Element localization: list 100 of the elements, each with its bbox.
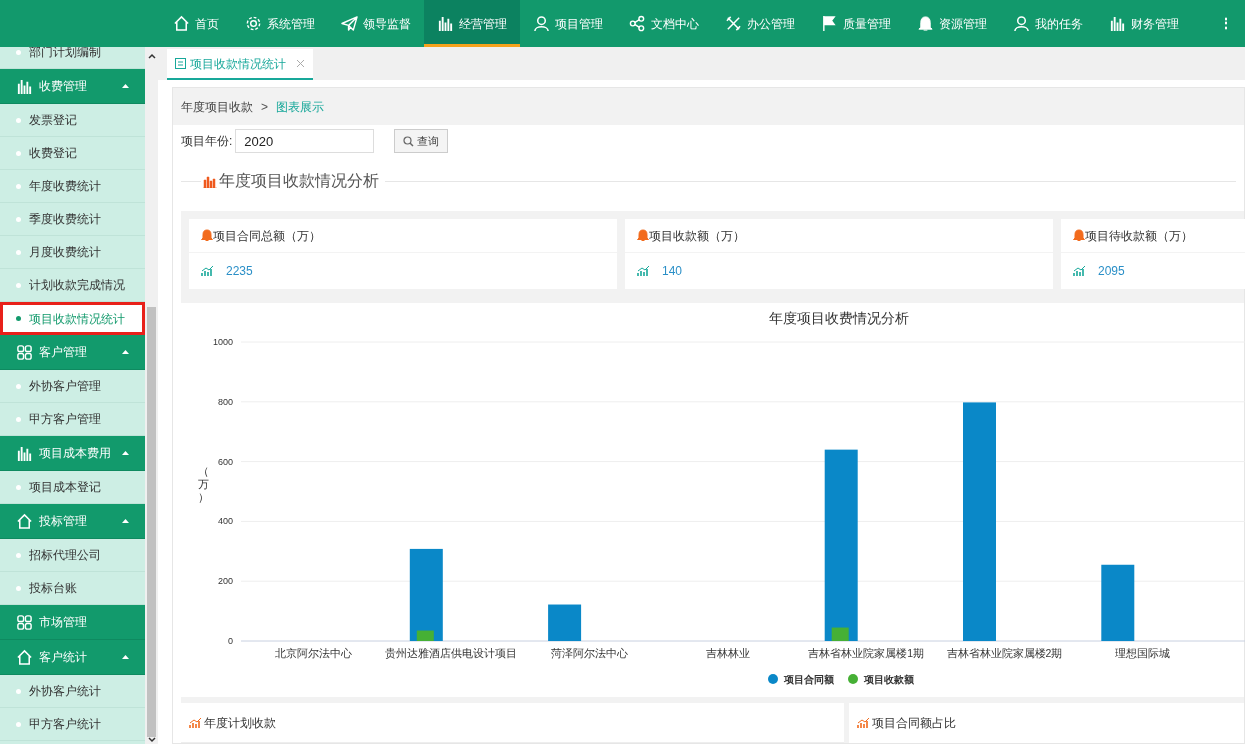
document-icon bbox=[175, 58, 186, 69]
axis-tick-label: 理想国际城 bbox=[1115, 647, 1171, 659]
bullet-icon bbox=[16, 552, 21, 558]
year-field[interactable]: 2020 bbox=[235, 129, 375, 153]
page-tab[interactable]: 项目收款情况统计 bbox=[167, 49, 313, 80]
bullet-icon bbox=[16, 216, 21, 222]
bell-icon bbox=[201, 229, 213, 242]
scroll-thumb[interactable] bbox=[147, 307, 156, 737]
bullet-icon bbox=[16, 183, 21, 189]
breadcrumb-link[interactable]: 图表展示 bbox=[276, 97, 324, 116]
nav-item[interactable]: 我的任务 bbox=[1000, 0, 1096, 47]
trend-icon bbox=[201, 266, 214, 276]
bell-icon bbox=[637, 229, 649, 242]
scroll-up-icon[interactable] bbox=[147, 53, 156, 59]
axis-tick-label: 0 bbox=[228, 636, 233, 646]
trend-icon bbox=[857, 718, 870, 728]
bullet-icon bbox=[16, 416, 21, 422]
scroll-down-icon[interactable] bbox=[147, 737, 156, 743]
stat-title: 项目合同总额（万） bbox=[213, 227, 321, 245]
grid-icon bbox=[16, 613, 33, 631]
bullet-icon bbox=[16, 150, 21, 156]
axis-title: （万） bbox=[198, 465, 209, 503]
bullet-icon bbox=[16, 117, 21, 123]
tools-icon bbox=[725, 15, 742, 32]
bell-icon bbox=[1073, 229, 1085, 242]
person-icon bbox=[533, 15, 550, 32]
trend-icon bbox=[1073, 266, 1086, 276]
bar-chart-icon bbox=[16, 444, 33, 462]
paper-plane-icon bbox=[341, 15, 358, 32]
bar bbox=[548, 604, 582, 641]
nav-item[interactable]: 领导监督 bbox=[328, 0, 424, 47]
bullet-icon bbox=[16, 688, 21, 694]
gear-icon bbox=[245, 15, 262, 32]
nav-item[interactable]: 经营管理 bbox=[424, 0, 520, 47]
bullet-icon bbox=[16, 49, 21, 55]
stat-value: 2235 bbox=[226, 263, 253, 280]
bar-chart-icon bbox=[437, 15, 454, 32]
axis-tick-label: 800 bbox=[217, 396, 233, 407]
stat-title: 项目待收款额（万） bbox=[1085, 227, 1193, 245]
trend-icon bbox=[189, 717, 202, 728]
stat-title: 项目收款额（万） bbox=[649, 227, 745, 245]
bell-icon bbox=[917, 15, 934, 32]
axis-tick-label: 北京阿尔法中心 bbox=[274, 647, 352, 659]
nav-item[interactable]: 资源管理 bbox=[904, 0, 1000, 47]
bar-chart-icon bbox=[1109, 15, 1126, 32]
field-label: 项目年份: bbox=[181, 133, 233, 150]
legend-label[interactable]: 项目收款额 bbox=[864, 674, 914, 685]
axis-tick-label: 1000 bbox=[212, 337, 233, 347]
nav-item[interactable]: 文档中心 bbox=[616, 0, 712, 47]
sidebar-group[interactable]: 投标管理 bbox=[0, 504, 145, 539]
nav-item[interactable]: 财务管理 bbox=[1096, 0, 1192, 47]
bullet-icon bbox=[16, 721, 21, 727]
legend-label[interactable]: 项目合同额 bbox=[784, 674, 834, 685]
search-icon bbox=[403, 135, 415, 147]
sidebar-group[interactable]: 项目成本费用 bbox=[0, 436, 145, 471]
bar-chart-icon bbox=[16, 77, 33, 95]
bullet-icon bbox=[16, 585, 21, 591]
sidebar-group[interactable]: 收费管理 bbox=[0, 69, 145, 104]
bullet-icon bbox=[16, 383, 21, 389]
flag-icon bbox=[821, 15, 838, 32]
nav-item[interactable]: 质量管理 bbox=[808, 0, 904, 47]
nav-item[interactable]: 系统管理 bbox=[232, 0, 328, 47]
share-icon bbox=[629, 15, 646, 32]
axis-tick-label: 600 bbox=[217, 456, 233, 467]
bar-chart-icon bbox=[203, 174, 217, 188]
axis-tick-label: 吉林省林业院家属楼1期 bbox=[808, 647, 925, 659]
house-icon bbox=[16, 648, 33, 666]
stat-value: 140 bbox=[662, 263, 683, 280]
axis-tick-label: 400 bbox=[217, 516, 233, 527]
axis-tick-label: 吉林林业 bbox=[705, 647, 750, 659]
trend-icon bbox=[637, 266, 650, 276]
panel-title: 项目合同额占比 bbox=[872, 715, 956, 732]
house-icon bbox=[16, 512, 33, 530]
person-icon bbox=[1013, 15, 1030, 32]
stat-value: 2095 bbox=[1098, 263, 1125, 280]
nav-item[interactable]: 办公管理 bbox=[712, 0, 808, 47]
bullet-icon bbox=[16, 282, 21, 288]
nav-item[interactable]: 项目管理 bbox=[520, 0, 616, 47]
section-title: 年度项目收款情况分析 bbox=[218, 171, 380, 191]
axis-tick-label: 贵州达雅酒店供电设计项目 bbox=[385, 647, 518, 659]
close-icon[interactable] bbox=[296, 59, 305, 68]
sidebar-group[interactable]: 市场管理 bbox=[0, 605, 145, 640]
scrollbar[interactable] bbox=[145, 47, 158, 744]
chart-title: 年度项目收费情况分析 bbox=[769, 310, 909, 326]
bullet-icon bbox=[16, 249, 21, 255]
axis-tick-label: 菏泽阿尔法中心 bbox=[551, 647, 629, 659]
axis-tick-label: 200 bbox=[217, 576, 233, 587]
nav-item[interactable]: 首页 bbox=[160, 0, 232, 47]
bullet-icon bbox=[16, 484, 21, 490]
house-icon bbox=[173, 15, 190, 32]
sidebar-group[interactable]: 客户统计 bbox=[0, 640, 145, 675]
sidebar-group[interactable]: 客户管理 bbox=[0, 335, 145, 370]
search-button[interactable]: 查询 bbox=[394, 129, 449, 153]
breadcrumb-link[interactable]: 年度项目收款 bbox=[181, 97, 253, 116]
breadcrumb-separator: > bbox=[260, 98, 269, 116]
bullet-icon bbox=[16, 316, 21, 321]
panel-title: 年度计划收款 bbox=[204, 714, 276, 732]
more-menu-button[interactable]: ⋮ bbox=[1219, 0, 1245, 47]
grid-icon bbox=[16, 343, 33, 361]
sidebar-item[interactable]: 项目收款情况统计 bbox=[0, 302, 145, 335]
